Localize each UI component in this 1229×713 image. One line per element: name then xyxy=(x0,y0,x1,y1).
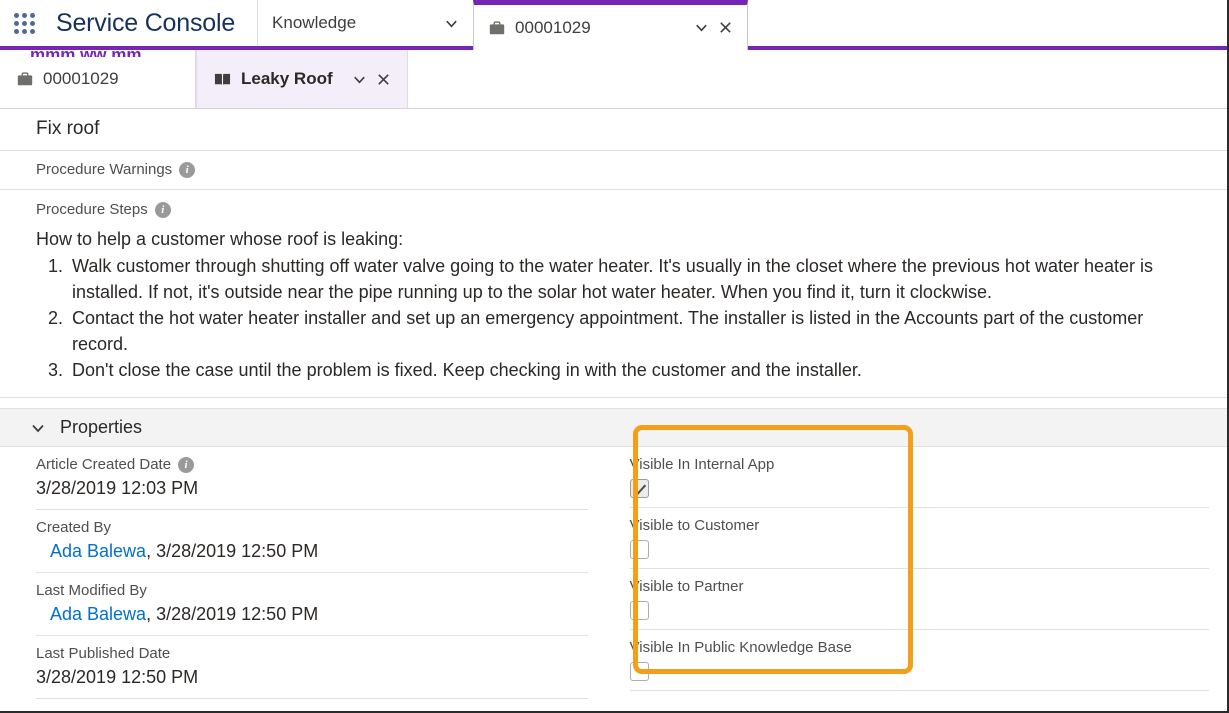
field-last-published-date: Last Published Date 3/28/2019 12:50 PM xyxy=(36,636,588,699)
field-last-published-date-label: Last Published Date xyxy=(36,645,588,662)
close-icon[interactable] xyxy=(718,20,733,35)
case-briefcase-icon xyxy=(16,70,34,88)
properties-section-header[interactable]: Properties xyxy=(0,408,1227,447)
created-by-timestamp: , 3/28/2019 12:50 PM xyxy=(146,541,319,561)
field-visible-in-public-knowledge-base-label: Visible In Public Knowledge Base xyxy=(629,639,852,656)
tab-00001029-label: 00001029 xyxy=(515,17,591,37)
list-item: Walk customer through shutting off water… xyxy=(68,253,1201,305)
steps-intro: How to help a customer whose roof is lea… xyxy=(36,229,404,249)
field-visible-in-internal-app: Visible In Internal App xyxy=(629,447,1210,508)
field-article-created-date-value: 3/28/2019 12:03 PM xyxy=(36,478,199,498)
field-last-published-date-value: 3/28/2019 12:50 PM xyxy=(36,667,199,687)
checkbox-wrap xyxy=(629,656,1210,682)
global-header: Service Console Knowledge 00001029 xyxy=(0,0,1227,50)
field-label-text: Article Created Date xyxy=(36,456,172,473)
procedure-steps-body: How to help a customer whose roof is lea… xyxy=(0,221,1227,398)
field-label-text: Created By xyxy=(36,519,112,536)
checkbox-visible-in-internal-app[interactable] xyxy=(629,479,649,498)
field-last-modified-by: Last Modified By Ada Balewa, 3/28/2019 1… xyxy=(36,573,588,636)
tab-knowledge[interactable]: Knowledge xyxy=(257,0,474,46)
checkbox-wrap xyxy=(629,473,1210,499)
subtab-00001029[interactable]: 00001029 xyxy=(0,50,196,108)
app-name: Service Console xyxy=(56,8,236,37)
field-created-by-label: Created By xyxy=(36,519,588,536)
field-label-text: Procedure Steps xyxy=(36,201,148,218)
checkbox-visible-to-partner[interactable] xyxy=(629,601,649,620)
user-link-ada-balewa[interactable]: Ada Balewa xyxy=(50,541,146,561)
list-item: Contact the hot water heater installer a… xyxy=(68,305,1201,357)
tab-00001029[interactable]: 00001029 xyxy=(473,0,749,50)
steps-list: Walk customer through shutting off water… xyxy=(36,253,1201,383)
field-label-text: Last Published Date xyxy=(36,645,171,662)
field-visible-to-customer-label: Visible to Customer xyxy=(629,517,760,534)
chevron-down-icon[interactable] xyxy=(694,20,709,35)
global-tab-strip: Knowledge 00001029 xyxy=(257,0,1227,50)
checkbox-wrap xyxy=(629,595,1210,621)
field-article-created-date: Article Created Date i 3/28/2019 12:03 P… xyxy=(36,447,588,510)
field-last-modified-by-label: Last Modified By xyxy=(36,582,588,599)
subtab-leaky-roof-label: Leaky Roof xyxy=(241,69,333,88)
field-visible-to-customer: Visible to Customer xyxy=(629,508,1210,569)
app-launcher-button[interactable] xyxy=(0,0,48,46)
properties-right-column: Visible In Internal App Visible to Custo… xyxy=(614,447,1228,699)
checkbox-wrap xyxy=(629,534,1210,560)
field-last-modified-by-value: Ada Balewa, 3/28/2019 12:50 PM xyxy=(36,599,588,627)
chevron-down-icon[interactable] xyxy=(352,72,367,87)
properties-left-column: Article Created Date i 3/28/2019 12:03 P… xyxy=(0,447,614,699)
article-content: Fix roof Procedure Warnings i Procedure … xyxy=(0,109,1227,710)
user-link-ada-balewa[interactable]: Ada Balewa xyxy=(50,604,146,624)
service-console-window: Service Console Knowledge 00001029 00001… xyxy=(0,0,1229,713)
field-procedure-warnings: Procedure Warnings i xyxy=(0,151,1227,190)
checkbox-visible-in-public-knowledge-base[interactable] xyxy=(629,662,649,681)
case-briefcase-icon xyxy=(488,19,506,37)
field-label-text: Last Modified By xyxy=(36,582,147,599)
close-icon[interactable] xyxy=(376,72,391,87)
properties-grid: Article Created Date i 3/28/2019 12:03 P… xyxy=(0,447,1227,699)
field-label-text: Procedure Warnings xyxy=(36,161,173,178)
article-title: Fix roof xyxy=(0,109,1227,151)
field-visible-in-public-knowledge-base: Visible In Public Knowledge Base xyxy=(629,630,1210,691)
info-icon[interactable]: i xyxy=(179,161,196,178)
subtab-00001029-label: 00001029 xyxy=(43,69,119,88)
list-item: Don't close the case until the problem i… xyxy=(68,357,1201,383)
subtab-leaky-roof[interactable]: Leaky Roof xyxy=(196,50,408,108)
field-procedure-steps: Procedure Steps i xyxy=(0,190,1227,221)
properties-section-title: Properties xyxy=(60,417,143,437)
field-article-created-date-label: Article Created Date i xyxy=(36,456,588,473)
field-procedure-steps-label: Procedure Steps i xyxy=(36,201,1201,218)
field-visible-in-internal-app-label: Visible In Internal App xyxy=(629,456,775,473)
sub-tab-bar: mmm ww mm 00001029 Leaky Roof xyxy=(0,50,1227,109)
knowledge-book-icon xyxy=(213,71,232,88)
checkbox-visible-to-customer[interactable] xyxy=(629,540,649,559)
tab-knowledge-label: Knowledge xyxy=(272,13,357,32)
field-created-by-value: Ada Balewa, 3/28/2019 12:50 PM xyxy=(36,536,588,564)
info-icon[interactable]: i xyxy=(154,201,171,218)
chevron-down-icon[interactable] xyxy=(30,420,46,436)
app-launcher-grid-icon xyxy=(13,12,35,34)
field-visible-to-partner: Visible to Partner xyxy=(629,569,1210,630)
chevron-down-icon[interactable] xyxy=(444,16,459,31)
field-procedure-warnings-label: Procedure Warnings i xyxy=(36,161,1201,178)
info-icon[interactable]: i xyxy=(178,456,195,473)
last-modified-timestamp: , 3/28/2019 12:50 PM xyxy=(146,604,319,624)
field-created-by: Created By Ada Balewa, 3/28/2019 12:50 P… xyxy=(36,510,588,573)
field-visible-to-partner-label: Visible to Partner xyxy=(629,578,744,595)
